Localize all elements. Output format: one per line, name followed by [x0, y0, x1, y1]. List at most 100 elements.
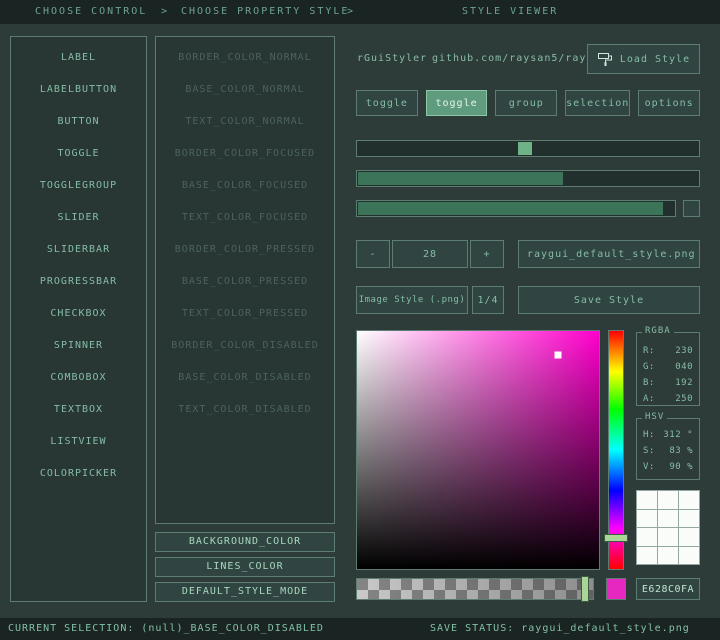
toggle-group-button[interactable]: toggle: [426, 90, 488, 116]
property-item-text-color-pressed[interactable]: TEXT_COLOR_PRESSED: [156, 298, 334, 330]
val-unit: %: [687, 462, 693, 472]
palette-cell[interactable]: [679, 510, 699, 528]
section-header-bar: CHOOSE CONTROL > CHOOSE PROPERTY STYLE >…: [0, 0, 720, 24]
control-list-item-sliderbar[interactable]: SLIDERBAR: [11, 234, 146, 266]
property-item-base-color-normal[interactable]: BASE_COLOR_NORMAL: [156, 74, 334, 106]
alpha-value: 250: [675, 391, 693, 407]
rgba-title: RGBA: [642, 326, 674, 336]
properties-list: BORDER_COLOR_NORMAL BASE_COLOR_NORMAL TE…: [155, 36, 335, 524]
palette-cell[interactable]: [637, 510, 657, 528]
alpha-handle[interactable]: [581, 576, 589, 602]
red-value: 230: [675, 343, 693, 359]
rgba-groupbox: RGBA R:230 G:040 B:192 A:250: [636, 332, 700, 406]
lines-color-button[interactable]: LINES_COLOR: [155, 557, 335, 577]
palette-cell[interactable]: [637, 547, 657, 565]
toggle-group-button[interactable]: selection: [565, 90, 630, 116]
control-list-item-listview[interactable]: LISTVIEW: [11, 426, 146, 458]
toggle-group: toggle toggle group selection options: [356, 90, 700, 116]
sat-label: S:: [643, 443, 655, 459]
control-list-item-spinner[interactable]: SPINNER: [11, 330, 146, 362]
property-item-border-color-normal[interactable]: BORDER_COLOR_NORMAL: [156, 42, 334, 74]
toggle-group-button[interactable]: group: [495, 90, 557, 116]
palette-cell[interactable]: [658, 547, 678, 565]
hue-value: 312: [663, 430, 681, 440]
slider-handle[interactable]: [518, 142, 532, 155]
property-item-text-color-disabled[interactable]: TEXT_COLOR_DISABLED: [156, 394, 334, 426]
control-list-item-progressbar[interactable]: PROGRESSBAR: [11, 266, 146, 298]
section-title-choose-property-style: CHOOSE PROPERTY STYLE: [181, 0, 349, 24]
sliderbar-fill: [358, 172, 563, 185]
alpha-label: A:: [643, 391, 655, 407]
saturation-value-gradient[interactable]: [356, 330, 600, 570]
style-filename-input[interactable]: raygui_default_style.png: [518, 240, 700, 268]
hex-value-box[interactable]: E628C0FA: [636, 578, 700, 600]
ratio-button[interactable]: 1/4: [472, 286, 504, 314]
progressbar-fill: [358, 202, 663, 215]
sat-unit: %: [687, 446, 693, 456]
picker-cursor[interactable]: [554, 351, 561, 358]
control-list-item-checkbox[interactable]: CHECKBOX: [11, 298, 146, 330]
property-item-base-color-pressed[interactable]: BASE_COLOR_PRESSED: [156, 266, 334, 298]
green-label: G:: [643, 359, 655, 375]
hsv-title: HSV: [642, 412, 667, 422]
palette-cell[interactable]: [637, 491, 657, 509]
default-style-mode-button[interactable]: DEFAULT_STYLE_MODE: [155, 582, 335, 602]
property-item-border-color-disabled[interactable]: BORDER_COLOR_DISABLED: [156, 330, 334, 362]
status-bar: CURRENT SELECTION: (null)_BASE_COLOR_DIS…: [0, 618, 720, 640]
control-list-item-combobox[interactable]: COMBOBOX: [11, 362, 146, 394]
background-color-button[interactable]: BACKGROUND_COLOR: [155, 532, 335, 552]
palette-cell[interactable]: [679, 547, 699, 565]
toggle-group-button[interactable]: options: [638, 90, 700, 116]
control-list-item-colorpicker[interactable]: COLORPICKER: [11, 458, 146, 490]
hue-unit: °: [687, 430, 693, 440]
spinner-decrement-button[interactable]: -: [356, 240, 390, 268]
red-label: R:: [643, 343, 655, 359]
control-list-item-slider[interactable]: SLIDER: [11, 202, 146, 234]
control-list-item-labelbutton[interactable]: LABELBUTTON: [11, 74, 146, 106]
property-item-base-color-focused[interactable]: BASE_COLOR_FOCUSED: [156, 170, 334, 202]
slider-demo[interactable]: [356, 140, 700, 157]
alpha-bar[interactable]: [356, 578, 594, 600]
current-color-swatch: [606, 578, 626, 600]
toggle-group-button[interactable]: toggle: [356, 90, 418, 116]
palette-cell[interactable]: [679, 491, 699, 509]
app-title: rGuiStyler: [357, 53, 427, 64]
property-item-text-color-normal[interactable]: TEXT_COLOR_NORMAL: [156, 106, 334, 138]
control-list-item-togglegroup[interactable]: TOGGLEGROUP: [11, 170, 146, 202]
progressbar-demo: [356, 200, 676, 217]
palette-cell[interactable]: [679, 528, 699, 546]
hue-bar[interactable]: [608, 330, 624, 570]
load-style-button[interactable]: Load Style: [587, 44, 700, 74]
save-status: SAVE STATUS: raygui_default_style.png: [430, 618, 690, 640]
sliderbar-demo[interactable]: [356, 170, 700, 187]
hue-label: H:: [643, 427, 655, 443]
control-list-item-button[interactable]: BUTTON: [11, 106, 146, 138]
control-list-item-textbox[interactable]: TEXTBOX: [11, 394, 146, 426]
checkbox-demo[interactable]: [683, 200, 700, 217]
save-style-button[interactable]: Save Style: [518, 286, 700, 314]
spinner-value-box[interactable]: 28: [392, 240, 468, 268]
palette-cell[interactable]: [658, 510, 678, 528]
current-selection-status: CURRENT SELECTION: (null)_BASE_COLOR_DIS…: [8, 618, 324, 640]
palette-cell[interactable]: [658, 528, 678, 546]
spinner-increment-button[interactable]: +: [470, 240, 504, 268]
paint-roller-icon: [597, 51, 613, 67]
rguistyler-window: CHOOSE CONTROL > CHOOSE PROPERTY STYLE >…: [0, 0, 720, 640]
control-list-item-label[interactable]: LABEL: [11, 42, 146, 74]
property-item-base-color-disabled[interactable]: BASE_COLOR_DISABLED: [156, 362, 334, 394]
section-title-style-viewer: STYLE VIEWER: [462, 0, 558, 24]
image-style-button[interactable]: Image Style (.png): [356, 286, 468, 314]
chevron-right-icon: >: [161, 0, 169, 24]
hsv-groupbox: HSV H:312 ° S:83 % V:90 %: [636, 418, 700, 480]
palette-cell[interactable]: [658, 491, 678, 509]
palette-cell[interactable]: [637, 528, 657, 546]
repo-link: github.com/raysan5/raygui: [432, 53, 608, 64]
val-value: 90: [669, 462, 681, 472]
blue-value: 192: [675, 375, 693, 391]
blue-label: B:: [643, 375, 655, 391]
property-item-text-color-focused[interactable]: TEXT_COLOR_FOCUSED: [156, 202, 334, 234]
control-list-item-toggle[interactable]: TOGGLE: [11, 138, 146, 170]
property-item-border-color-pressed[interactable]: BORDER_COLOR_PRESSED: [156, 234, 334, 266]
sat-value: 83: [669, 446, 681, 456]
property-item-border-color-focused[interactable]: BORDER_COLOR_FOCUSED: [156, 138, 334, 170]
